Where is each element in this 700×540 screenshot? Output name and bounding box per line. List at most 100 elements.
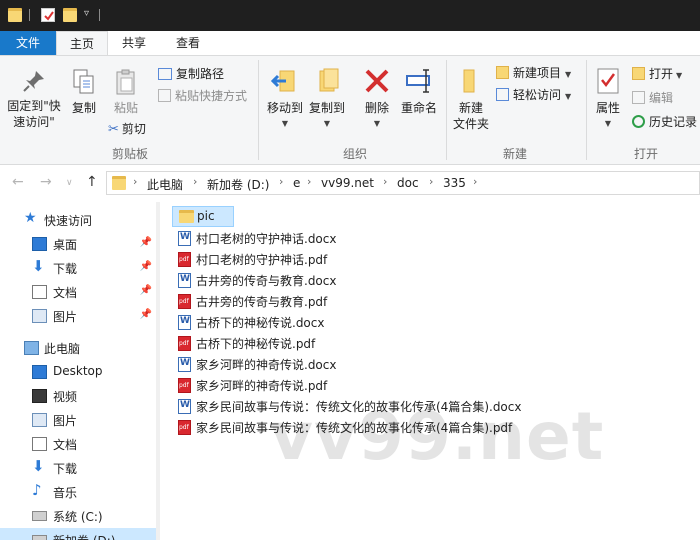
history-button[interactable]: 历史记录 [632,113,697,133]
copy-button[interactable]: 复制 [66,68,102,116]
nav-label: 视频 [53,390,78,404]
copy-to-icon [319,68,339,92]
nav-label: 桌面 [53,238,78,252]
tab-file[interactable]: 文件 [0,31,56,55]
forward-arrow-icon[interactable]: → [40,174,52,190]
history-label: 历史记录 [649,115,698,129]
title-separator [29,9,30,21]
up-arrow-icon[interactable]: ↑ [86,174,98,190]
clipboard-group-label: 剪贴板 [111,147,148,161]
pin-icon[interactable]: 📌 [140,261,152,272]
new-folder-button[interactable]: 新建 文件夹 [450,66,492,132]
file-row[interactable]: 家乡民间故事与传说：传统文化的故事化传承(4篇合集).docx [172,396,692,417]
cut-button[interactable]: ✂ 剪切 [108,120,146,140]
nav-pane-scrollbar[interactable] [156,202,160,540]
nav-pc-documents[interactable]: 文档 [0,432,158,456]
breadcrumb-vv99[interactable]: vv99.net [321,176,374,190]
nav-downloads[interactable]: ⬇ 下载 📌 [0,256,158,280]
properties-caret-icon: ▼ [604,119,612,128]
properties-label: 属性 [595,101,620,115]
breadcrumb-this-pc[interactable]: 此电脑 [147,176,183,193]
paste-shortcut-button[interactable]: 粘贴快捷方式 [158,87,247,107]
nav-videos[interactable]: 视频 [0,384,158,408]
new-item-icon [496,66,509,79]
copy-path-button[interactable]: 复制路径 [158,65,224,85]
nav-pc-downloads[interactable]: ⬇ 下载 [0,456,158,480]
nav-label: 文档 [53,286,78,300]
file-row[interactable]: 家乡河畔的神奇传说.pdf [172,375,692,396]
breadcrumb-separator: › [473,175,478,188]
properties-quick-icon[interactable] [41,8,55,22]
title-bar: ▿ [0,0,700,31]
nav-pc-desktop[interactable]: Desktop [0,360,158,384]
file-row[interactable]: 家乡民间故事与传说：传统文化的故事化传承(4篇合集).pdf [172,417,692,438]
nav-desktop[interactable]: 桌面 📌 [0,232,158,256]
nav-documents[interactable]: 文档 📌 [0,280,158,304]
download-icon: ⬇ [32,257,45,275]
delete-caret-icon: ▼ [373,119,381,128]
file-name: 村口老树的守护神话.docx [196,232,337,246]
breadcrumb-doc[interactable]: doc [397,176,419,190]
file-row[interactable]: 家乡河畔的神奇传说.docx [172,354,692,375]
nav-music[interactable]: ♪ 音乐 [0,480,158,504]
address-bar[interactable]: › 此电脑 › 新加卷 (D:) › e › vv99.net › doc › … [106,171,700,195]
file-row[interactable]: 古桥下的神秘传说.pdf [172,333,692,354]
nav-pc-pictures[interactable]: 图片 [0,408,158,432]
new-folder-quick-icon[interactable] [63,8,77,22]
tab-home[interactable]: 主页 [56,31,108,56]
pin-to-quick-access-button[interactable]: 固定到"快 速访问" [4,68,64,130]
file-row[interactable]: 村口老树的守护神话.docx [172,228,692,249]
file-row[interactable]: 村口老树的守护神话.pdf [172,249,692,270]
history-icon [632,115,645,128]
group-separator [586,60,587,160]
open-icon [632,67,645,80]
recent-locations-chevron-icon[interactable]: ∨ [66,178,73,188]
back-arrow-icon[interactable]: ← [12,174,24,190]
tab-view[interactable]: 查看 [164,31,212,55]
download-icon: ⬇ [32,457,45,475]
organize-group-label: 组织 [342,147,367,161]
tab-share[interactable]: 共享 [110,31,158,55]
breadcrumb-e[interactable]: e [293,176,300,190]
pin-icon[interactable]: 📌 [140,309,152,320]
move-to-label: 移动到 [266,101,303,115]
nav-drive-c[interactable]: 系统 (C:) [0,504,158,528]
rename-button[interactable]: 重命名 [398,66,440,116]
customize-quick-access-icon[interactable]: ▿ [84,8,89,19]
word-doc-icon [178,231,191,246]
nav-pictures[interactable]: 图片 📌 [0,304,158,328]
nav-drive-d[interactable]: 新加卷 (D:) [0,528,158,540]
copy-path-label: 复制路径 [176,67,225,81]
file-row[interactable]: 古井旁的传奇与教育.pdf [172,291,692,312]
new-item-label: 新建项目 [513,66,562,80]
new-item-button[interactable]: 新建项目 ▼ [496,64,571,84]
file-name: 家乡民间故事与传说：传统文化的故事化传承(4篇合集).pdf [196,421,513,435]
delete-button[interactable]: 删除 ▼ [360,66,394,132]
group-separator [258,60,259,160]
breadcrumb-335[interactable]: 335 [443,176,466,190]
edit-button[interactable]: 编辑 [632,89,673,109]
easy-access-button[interactable]: 轻松访问 ▼ [496,86,571,106]
nav-this-pc[interactable]: 此电脑 [0,336,158,360]
pdf-icon [178,294,191,309]
pin-label-line1: 固定到"快 [7,99,61,113]
paste-button[interactable]: 粘贴 [106,68,146,116]
copy-to-button[interactable]: 复制到 ▼ [306,66,348,132]
nav-label: 系统 (C:) [53,510,103,524]
file-row-folder[interactable]: pic [172,206,234,227]
move-to-button[interactable]: 移动到 ▼ [264,66,306,132]
desktop-icon [32,237,47,251]
open-button[interactable]: 打开 ▼ [632,65,682,85]
pictures-icon [32,413,47,427]
breadcrumb-separator: › [307,175,312,188]
file-row[interactable]: 古桥下的神秘传说.docx [172,312,692,333]
pdf-icon [178,420,191,435]
nav-quick-access[interactable]: ★ 快速访问 [0,208,158,232]
file-row[interactable]: 古井旁的传奇与教育.docx [172,270,692,291]
paste-shortcut-label: 粘贴快捷方式 [175,89,248,103]
breadcrumb-drive-d[interactable]: 新加卷 (D:) [207,176,269,193]
easy-access-caret-icon: ▼ [565,92,572,101]
pin-icon[interactable]: 📌 [140,285,152,296]
properties-button[interactable]: 属性 ▼ [592,66,624,132]
pin-icon[interactable]: 📌 [140,237,152,248]
